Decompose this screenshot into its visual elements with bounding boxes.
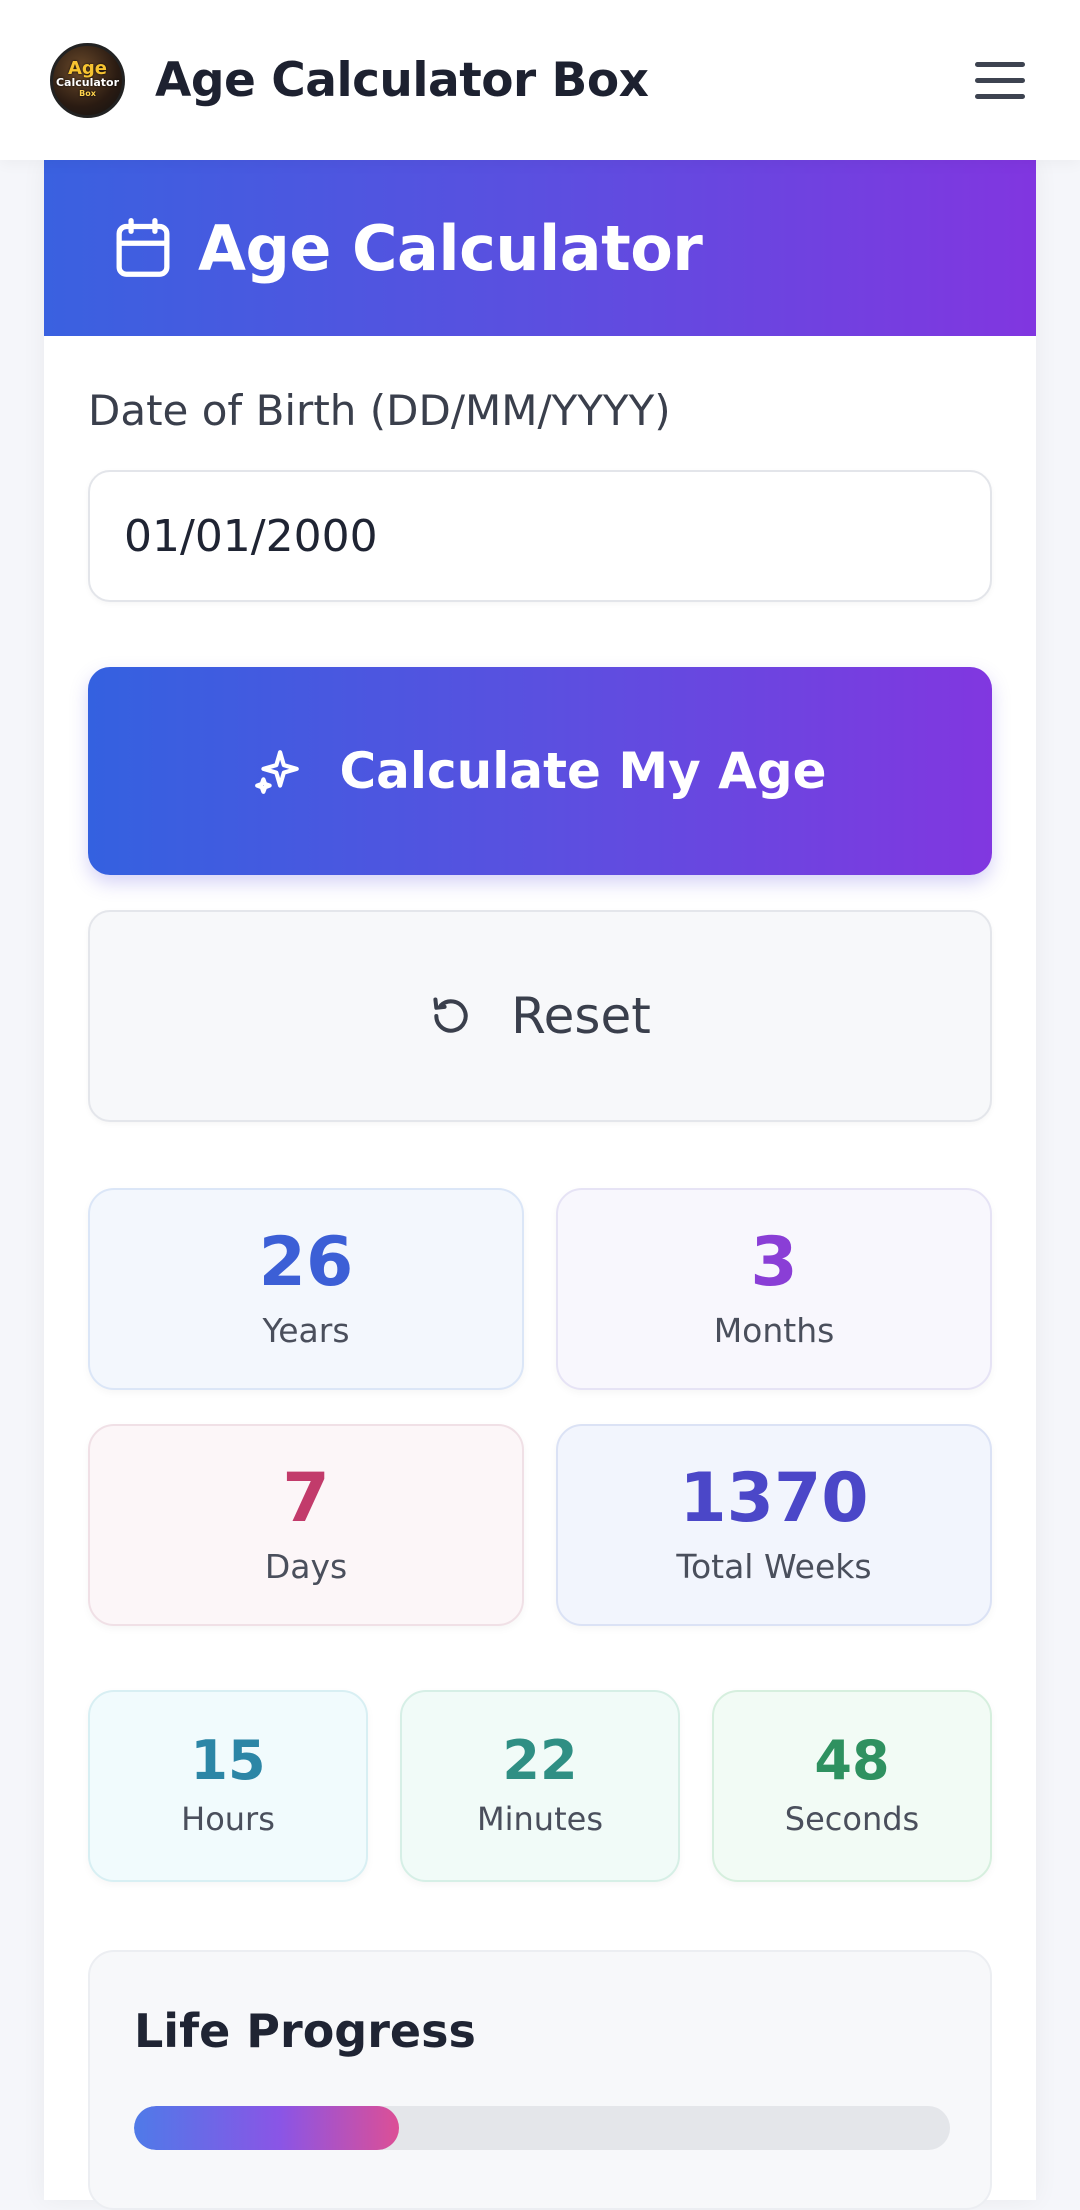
life-progress-card: Life Progress: [88, 1950, 992, 2210]
hours-label: Hours: [181, 1800, 275, 1838]
hours-value: 15: [190, 1729, 266, 1792]
months-label: Months: [713, 1310, 835, 1350]
dob-input[interactable]: 01/01/2000: [88, 470, 992, 602]
calendar-icon: [116, 217, 170, 277]
calculate-button-label: Calculate My Age: [339, 742, 827, 800]
minutes-label: Minutes: [477, 1800, 603, 1838]
logo-text: Age Calculator Box: [55, 58, 120, 99]
hamburger-menu-icon[interactable]: [970, 50, 1030, 110]
seconds-stat: 48 Seconds: [712, 1690, 992, 1882]
years-value: 26: [258, 1222, 354, 1302]
reset-icon: [433, 997, 468, 1033]
life-progress-title: Life Progress: [134, 2004, 476, 2058]
top-navbar: Age Calculator Box Age Calculator Box: [0, 0, 1080, 160]
total-weeks-value: 1370: [679, 1458, 869, 1538]
logo-line-3: Box: [79, 89, 96, 98]
months-value: 3: [750, 1222, 798, 1302]
menu-bar: [975, 77, 1025, 83]
menu-bar: [975, 61, 1025, 67]
days-label: Days: [264, 1546, 348, 1586]
total-weeks-stat: 1370 Total Weeks: [556, 1424, 992, 1626]
reset-button[interactable]: Reset: [88, 910, 992, 1122]
app-logo[interactable]: Age Calculator Box: [50, 42, 125, 118]
minutes-value: 22: [502, 1729, 578, 1792]
days-stat: 7 Days: [88, 1424, 524, 1626]
seconds-value: 48: [814, 1729, 890, 1792]
reset-button-label: Reset: [511, 987, 651, 1045]
years-label: Years: [262, 1310, 350, 1350]
app-title[interactable]: Age Calculator Box: [155, 53, 649, 108]
days-value: 7: [282, 1458, 330, 1538]
months-stat: 3 Months: [556, 1188, 992, 1390]
logo-line-1: Age: [67, 58, 108, 79]
sparkle-icon: [255, 750, 300, 794]
minutes-stat: 22 Minutes: [400, 1690, 680, 1882]
dob-label: Date of Birth (DD/MM/YYYY): [88, 386, 671, 435]
calculate-button[interactable]: Calculate My Age: [88, 667, 992, 875]
card-header: Age Calculator: [44, 160, 1036, 336]
seconds-label: Seconds: [784, 1800, 920, 1838]
hours-stat: 15 Hours: [88, 1690, 368, 1882]
age-calculator-card: Age Calculator Date of Birth (DD/MM/YYYY…: [44, 160, 1036, 2210]
life-progress-track: [134, 2106, 950, 2150]
total-weeks-label: Total Weeks: [676, 1546, 872, 1586]
card-title: Age Calculator: [198, 211, 703, 285]
menu-bar: [975, 93, 1025, 99]
life-progress-fill: [134, 2106, 400, 2150]
logo-line-2: Calculator: [55, 76, 120, 89]
years-stat: 26 Years: [88, 1188, 524, 1390]
